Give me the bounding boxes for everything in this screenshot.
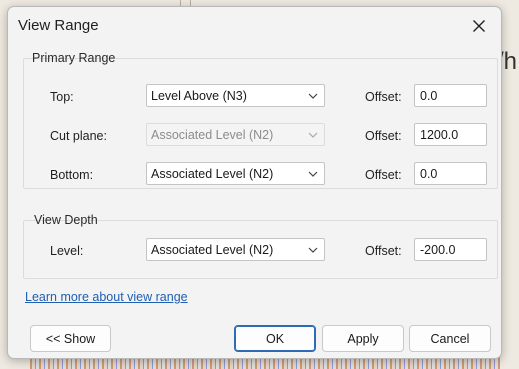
- apply-button[interactable]: Apply: [322, 325, 404, 352]
- dialog-titlebar[interactable]: View Range: [8, 7, 501, 45]
- primary-range-label: Primary Range: [32, 51, 116, 65]
- cut-plane-offset-label: Offset:: [365, 129, 402, 143]
- bottom-offset-label: Offset:: [365, 168, 402, 182]
- bottom-offset-input[interactable]: 0.0: [414, 162, 487, 185]
- cancel-button[interactable]: Cancel: [409, 325, 491, 352]
- close-icon: [473, 20, 485, 32]
- close-button[interactable]: [465, 13, 493, 39]
- bottom-level-select[interactable]: Associated Level (N2): [146, 162, 325, 185]
- learn-more-link[interactable]: Learn more about view range: [25, 290, 188, 304]
- show-button[interactable]: << Show: [30, 325, 111, 352]
- cut-plane-level-select: Associated Level (N2): [146, 123, 325, 146]
- view-depth-offset-label: Offset:: [365, 244, 402, 258]
- top-offset-label: Offset:: [365, 90, 402, 104]
- chevron-down-icon: [308, 93, 318, 99]
- dialog-title: View Range: [18, 17, 99, 34]
- view-depth-level-label: Level:: [50, 244, 84, 258]
- view-depth-level-value: Associated Level (N2): [151, 243, 274, 257]
- cut-plane-label: Cut plane:: [50, 129, 107, 143]
- bottom-label: Bottom:: [50, 168, 94, 182]
- view-depth-label: View Depth: [34, 213, 98, 227]
- view-range-dialog: View Range Primary Range Top: Level Abov…: [7, 6, 502, 359]
- cut-plane-level-value: Associated Level (N2): [151, 128, 274, 142]
- top-offset-input[interactable]: 0.0: [414, 84, 487, 107]
- view-depth-level-select[interactable]: Associated Level (N2): [146, 238, 325, 261]
- chevron-down-icon: [308, 132, 318, 138]
- chevron-down-icon: [308, 171, 318, 177]
- top-level-select[interactable]: Level Above (N3): [146, 84, 325, 107]
- cut-plane-offset-value: 1200.0: [420, 128, 459, 142]
- ok-button[interactable]: OK: [234, 325, 316, 352]
- cut-plane-offset-input[interactable]: 1200.0: [414, 123, 487, 146]
- view-depth-offset-input[interactable]: -200.0: [414, 238, 487, 261]
- bottom-level-value: Associated Level (N2): [151, 167, 274, 181]
- bottom-offset-value: 0.0: [420, 167, 438, 181]
- chevron-down-icon: [308, 247, 318, 253]
- top-level-value: Level Above (N3): [151, 89, 247, 103]
- top-label: Top:: [50, 90, 74, 104]
- top-offset-value: 0.0: [420, 89, 438, 103]
- view-depth-offset-value: -200.0: [420, 243, 456, 257]
